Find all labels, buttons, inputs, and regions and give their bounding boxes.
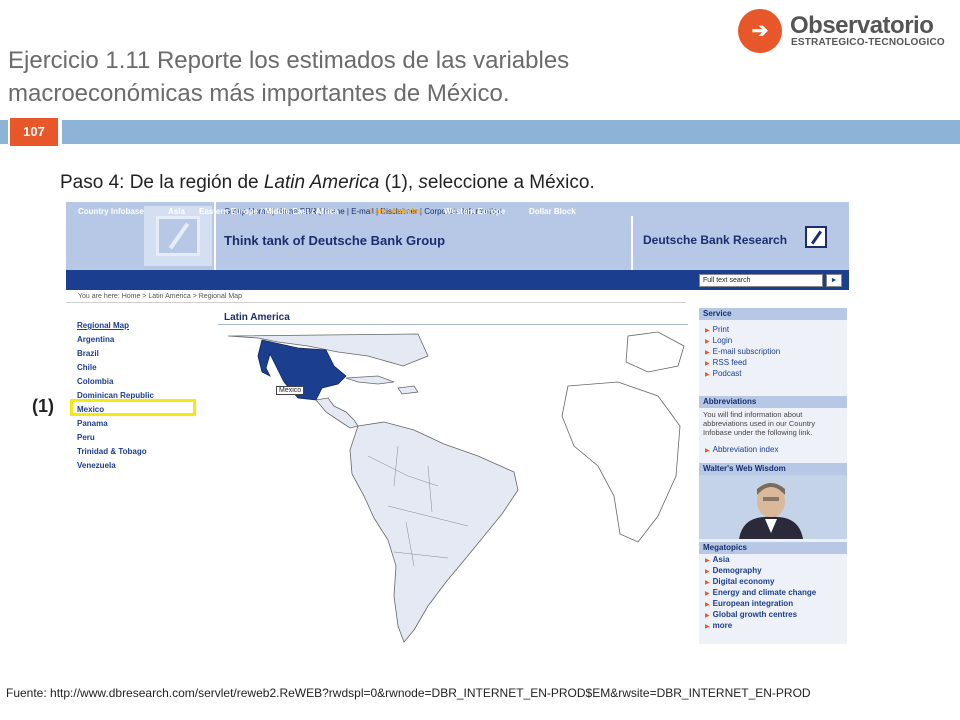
megatopic-demography[interactable]: ▶ Demography: [705, 566, 762, 575]
megatopic-more-label: more: [712, 621, 733, 630]
central-america-shape: [315, 397, 359, 429]
hispaniola-shape: [397, 385, 419, 395]
page-number-badge: 107: [10, 118, 58, 146]
arrow-icon: ▶: [705, 339, 710, 345]
service-print-label: Print: [712, 325, 730, 334]
megatopic-energy[interactable]: ▶ Energy and climate change: [705, 588, 816, 597]
megatopic-asia-label: Asia: [712, 555, 730, 564]
arrow-icon: ▶: [705, 448, 710, 454]
megatopic-global-growth[interactable]: ▶ Global growth centres: [705, 610, 797, 619]
south-america-shape: [349, 421, 519, 643]
abbreviation-index-label: Abbreviation index: [712, 445, 779, 454]
service-heading: Service: [699, 308, 847, 320]
nav-latin-america[interactable]: Latin America: [370, 207, 423, 216]
service-login-label: Login: [712, 336, 733, 345]
nav-western-europe[interactable]: Western Europe: [444, 207, 505, 216]
service-rss-label: RSS feed: [712, 358, 747, 367]
header-bar-right: [62, 120, 960, 144]
step-prefix: Paso 4: De la región de: [60, 172, 264, 193]
abbreviation-index-link[interactable]: ▶ Abbreviation index: [705, 445, 778, 454]
country-link-peru[interactable]: Peru: [77, 433, 95, 442]
step-suffix: eleccione a México.: [427, 172, 595, 193]
header-bar-left: [0, 120, 8, 144]
website-screenshot: Group Home | Home DBR | Home | E-mail | …: [66, 202, 849, 644]
megatopic-asia[interactable]: ▶ Asia: [705, 555, 730, 564]
arrow-icon: ▶: [705, 350, 710, 356]
logo-subtitle: ESTRATEGICO-TECNOLOGICO: [791, 37, 945, 48]
arrow-icon: ▶: [705, 558, 710, 564]
arrow-icon: ▶: [705, 624, 710, 630]
step-mid: (1),: [379, 172, 419, 193]
nav-asia[interactable]: Asia: [168, 207, 185, 216]
step-marker: (1): [32, 396, 54, 416]
step-italic-letter: s: [418, 172, 428, 193]
country-link-colombia[interactable]: Colombia: [77, 377, 113, 386]
arrow-icon: ▶: [705, 580, 710, 586]
country-link-argentina[interactable]: Argentina: [77, 335, 114, 344]
site-brand: Deutsche Bank Research: [643, 233, 788, 247]
observatorio-logo: ➔ Observatorio ESTRATEGICO-TECNOLOGICO: [738, 6, 953, 54]
walter-photo[interactable]: [699, 475, 847, 539]
megatopic-energy-label: Energy and climate change: [712, 588, 817, 597]
arrow-icon: ▶: [705, 613, 710, 619]
search-input[interactable]: Full text search: [699, 274, 823, 287]
country-link-chile[interactable]: Chile: [77, 363, 97, 372]
megatopic-more[interactable]: ▶ more: [705, 621, 732, 630]
latin-america-map[interactable]: [218, 326, 688, 644]
service-rss[interactable]: ▶ RSS feed: [705, 358, 747, 367]
step-region: Latin America: [263, 172, 380, 193]
map-title: Latin America: [224, 312, 290, 323]
arrow-icon: ▶: [705, 569, 710, 575]
divider: [66, 302, 686, 303]
africa-shape: [561, 381, 681, 543]
nav-country-infobase[interactable]: Country Infobase: [78, 207, 144, 216]
db-brand-logo-icon: [805, 226, 827, 248]
arrow-icon: ▶: [705, 328, 710, 334]
nav-dollar-block[interactable]: Dollar Block: [529, 207, 576, 216]
megatopic-global-growth-label: Global growth centres: [712, 610, 798, 619]
country-link-trinidad-tobago[interactable]: Trinidad & Tobago: [77, 447, 147, 456]
divider: [218, 324, 688, 325]
arrow-icon: ▶: [705, 372, 710, 378]
wisdom-heading: Walter's Web Wisdom: [699, 463, 847, 475]
country-link-brazil[interactable]: Brazil: [77, 349, 99, 358]
megatopic-digital-economy[interactable]: ▶ Digital economy: [705, 577, 774, 586]
map-tooltip-mexico: Mexico: [276, 386, 305, 395]
arrow-icon: ▶: [705, 591, 710, 597]
service-podcast[interactable]: ▶ Podcast: [705, 369, 742, 378]
header-divider: [631, 216, 633, 270]
cuba-shape: [345, 375, 395, 385]
country-link-venezuela[interactable]: Venezuela: [77, 461, 116, 470]
service-login[interactable]: ▶ Login: [705, 336, 732, 345]
nav-eastern-europe[interactable]: Eastern Europe / Middle East / Africa: [199, 207, 338, 216]
logo-name: Observatorio: [790, 12, 934, 39]
megatopic-demography-label: Demography: [712, 566, 762, 575]
step-instruction: Paso 4: De la región de Latin America (1…: [60, 172, 595, 194]
breadcrumb: You are here: Home > Latin America > Reg…: [78, 293, 242, 300]
arrow-icon: ▶: [705, 361, 710, 367]
megatopic-european-integration[interactable]: ▶ European integration: [705, 599, 793, 608]
search-button[interactable]: ►: [826, 274, 842, 287]
abbreviations-text: You will find information about abbrevia…: [703, 410, 816, 437]
source-footer: Fuente: http://www.dbresearch.com/servle…: [6, 686, 811, 700]
megatopics-heading: Megatopics: [699, 542, 847, 554]
service-email[interactable]: ▶ E-mail subscription: [705, 347, 780, 356]
megatopic-european-integration-label: European integration: [712, 599, 794, 608]
arrow-icon: ▶: [705, 602, 710, 608]
mexico-highlight-box: [70, 399, 196, 416]
europe-edge: [625, 331, 685, 373]
country-link-regional-map[interactable]: Regional Map: [77, 321, 129, 330]
portrait-icon: [699, 475, 847, 539]
abbreviations-heading: Abbreviations: [699, 396, 847, 408]
site-tagline: Think tank of Deutsche Bank Group: [224, 233, 446, 248]
logo-mark-icon: ➔: [738, 9, 782, 53]
slide-title: Ejercicio 1.11 Reporte los estimados de …: [8, 47, 570, 107]
service-email-label: E-mail subscription: [712, 347, 781, 356]
country-link-panama[interactable]: Panama: [77, 419, 108, 428]
service-print[interactable]: ▶ Print: [705, 325, 729, 334]
megatopic-digital-economy-label: Digital economy: [712, 577, 775, 586]
service-podcast-label: Podcast: [712, 369, 742, 378]
